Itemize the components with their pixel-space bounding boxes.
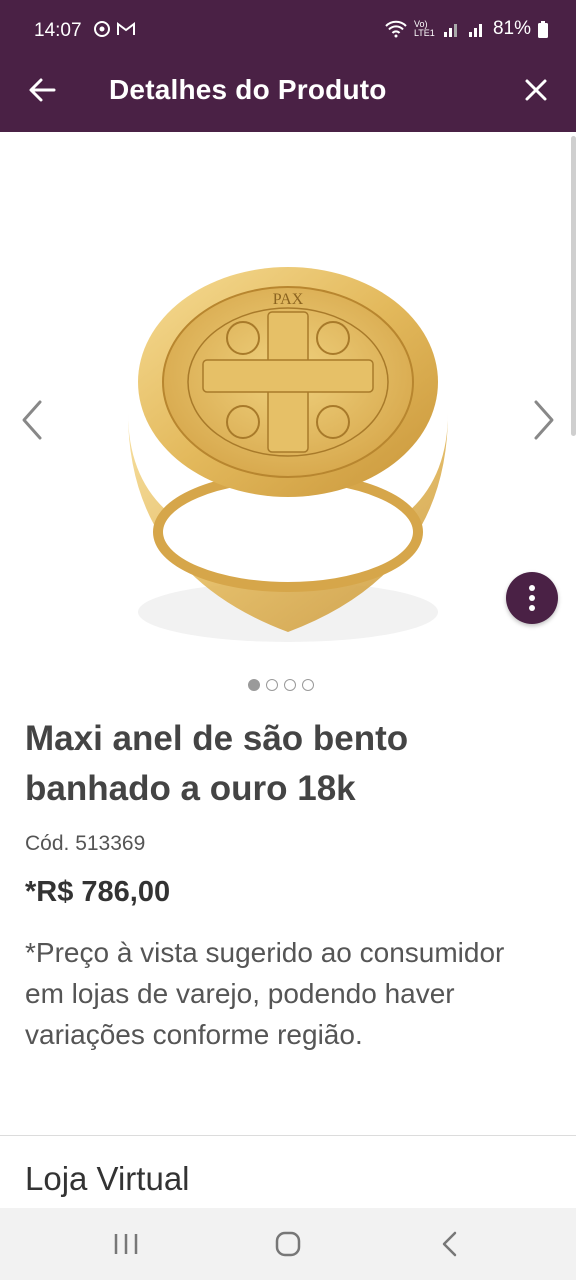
chevron-left-icon[interactable] (14, 398, 50, 442)
carousel-dot[interactable] (266, 679, 278, 691)
page-title: Detalhes do Produto (109, 74, 387, 105)
carousel-dot[interactable] (302, 679, 314, 691)
product-code: Cód. 513369 (25, 832, 146, 855)
divider (0, 1135, 576, 1136)
carousel-dot[interactable] (284, 679, 296, 691)
carousel-dot[interactable] (248, 679, 260, 691)
close-icon (525, 79, 547, 101)
recent-apps-icon[interactable] (112, 1232, 140, 1256)
signal-icon (443, 24, 457, 37)
product-image-ring: PAX (128, 267, 448, 642)
network-label: Vo) LTE1 (413, 19, 435, 38)
close-button[interactable] (514, 68, 558, 112)
battery-percentage: 81% (492, 18, 531, 39)
chevron-right-icon[interactable] (526, 398, 562, 442)
back-button[interactable] (20, 68, 64, 112)
medallion-text: PAX (273, 291, 304, 308)
more-vertical-icon (529, 585, 535, 591)
signal-2-icon (468, 24, 482, 37)
status-bar: 14:07 Vo) LTE1 81% (0, 0, 576, 48)
section-title-loja-virtual: Loja Virtual (25, 1160, 190, 1197)
gmail-notification-icon (117, 22, 135, 35)
product-price: *R$ 786,00 (25, 876, 171, 908)
system-navigation-bar (0, 1208, 576, 1280)
carousel-indicator (248, 679, 314, 691)
scrollbar[interactable] (571, 136, 576, 436)
price-disclaimer: *Preço à vista sugerido ao consumidor em… (25, 937, 505, 1050)
battery-icon (538, 20, 548, 38)
arrow-left-icon (29, 78, 56, 102)
status-time: 14:07 (34, 20, 82, 41)
chrome-notification-icon (94, 21, 110, 37)
system-back-icon[interactable] (438, 1230, 462, 1258)
wifi-icon (385, 20, 407, 38)
more-options-button[interactable] (506, 572, 558, 624)
home-icon[interactable] (274, 1230, 302, 1258)
product-title: Maxi anel de são bento banhado a ouro 18… (25, 719, 409, 808)
app-bar: Detalhes do Produto (0, 48, 576, 132)
product-image-carousel[interactable]: PAX (0, 132, 576, 662)
